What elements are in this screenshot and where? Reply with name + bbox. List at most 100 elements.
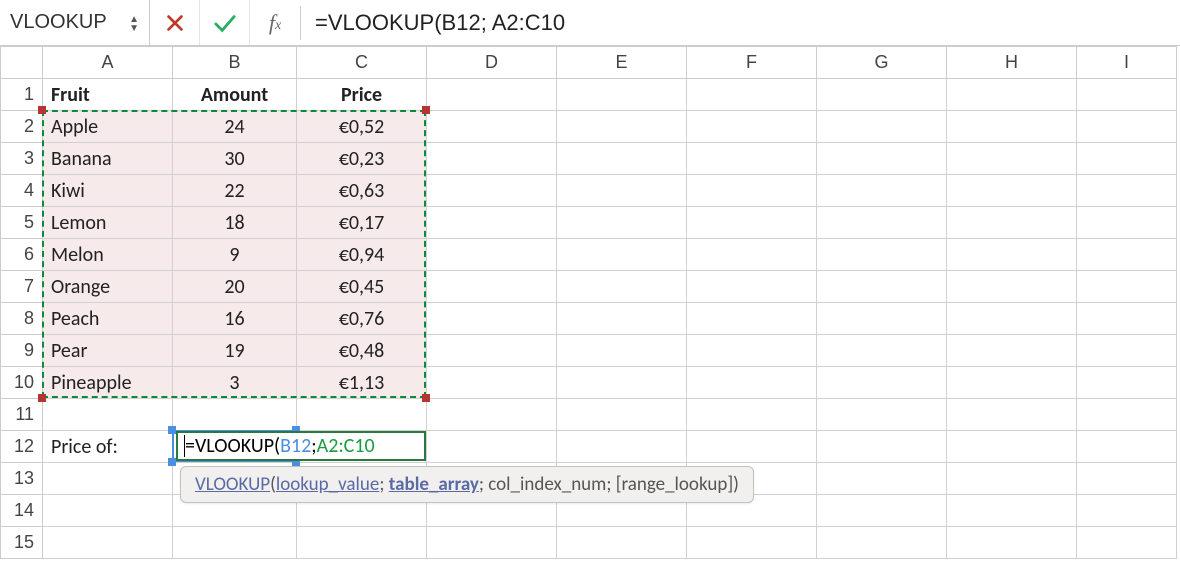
col-head-I[interactable]: I: [1077, 47, 1177, 79]
row-head[interactable]: 12: [1, 431, 43, 463]
cell[interactable]: 18: [173, 207, 297, 239]
cell[interactable]: 22: [173, 175, 297, 207]
cell[interactable]: [947, 79, 1077, 111]
cell[interactable]: [1077, 239, 1177, 271]
cell[interactable]: [687, 303, 817, 335]
cell[interactable]: [1077, 431, 1177, 463]
cell[interactable]: [427, 175, 557, 207]
cell[interactable]: 9: [173, 239, 297, 271]
cell[interactable]: [947, 207, 1077, 239]
row-head[interactable]: 8: [1, 303, 43, 335]
cell[interactable]: 19: [173, 335, 297, 367]
row-head[interactable]: 5: [1, 207, 43, 239]
cell[interactable]: €0,76: [297, 303, 427, 335]
row-head[interactable]: 1: [1, 79, 43, 111]
cell[interactable]: [817, 527, 947, 559]
cell[interactable]: [687, 239, 817, 271]
cell[interactable]: [947, 335, 1077, 367]
cell[interactable]: [947, 143, 1077, 175]
cell[interactable]: [1077, 463, 1177, 495]
row-head[interactable]: 15: [1, 527, 43, 559]
cell[interactable]: [947, 367, 1077, 399]
col-head-A[interactable]: A: [43, 47, 173, 79]
cell[interactable]: [43, 527, 173, 559]
cell[interactable]: [557, 143, 687, 175]
cell[interactable]: €0,23: [297, 143, 427, 175]
cell[interactable]: Price of:: [43, 431, 173, 463]
cell[interactable]: [687, 271, 817, 303]
cell[interactable]: [43, 399, 173, 431]
cell[interactable]: [947, 175, 1077, 207]
row-head[interactable]: 7: [1, 271, 43, 303]
cell[interactable]: [427, 431, 557, 463]
cell[interactable]: [427, 527, 557, 559]
cell[interactable]: [817, 239, 947, 271]
cell[interactable]: [1077, 175, 1177, 207]
cell[interactable]: Peach: [43, 303, 173, 335]
cell[interactable]: [817, 143, 947, 175]
cell[interactable]: Orange: [43, 271, 173, 303]
col-head-G[interactable]: G: [817, 47, 947, 79]
row-head[interactable]: 4: [1, 175, 43, 207]
cell[interactable]: [947, 431, 1077, 463]
cell[interactable]: Price: [297, 79, 427, 111]
cell[interactable]: [817, 111, 947, 143]
cell[interactable]: [1077, 367, 1177, 399]
cell[interactable]: [817, 79, 947, 111]
cell[interactable]: [687, 207, 817, 239]
row-head[interactable]: 11: [1, 399, 43, 431]
cell[interactable]: [297, 399, 427, 431]
cell[interactable]: [687, 431, 817, 463]
cell[interactable]: [817, 399, 947, 431]
cell[interactable]: [687, 175, 817, 207]
cell[interactable]: [687, 527, 817, 559]
cell[interactable]: [1077, 495, 1177, 527]
cell[interactable]: [947, 239, 1077, 271]
col-head-D[interactable]: D: [427, 47, 557, 79]
cell[interactable]: €0,52: [297, 111, 427, 143]
cell[interactable]: [557, 239, 687, 271]
cell[interactable]: [427, 79, 557, 111]
cell[interactable]: [427, 367, 557, 399]
tooltip-arg-lookup-value[interactable]: lookup_value: [276, 473, 379, 496]
row-head[interactable]: 3: [1, 143, 43, 175]
cell[interactable]: [1077, 271, 1177, 303]
cell[interactable]: [947, 111, 1077, 143]
cell[interactable]: Lemon: [43, 207, 173, 239]
cell[interactable]: [817, 303, 947, 335]
cell[interactable]: [817, 495, 947, 527]
fx-label[interactable]: fx: [250, 0, 300, 45]
row-head[interactable]: 2: [1, 111, 43, 143]
cell[interactable]: Pear: [43, 335, 173, 367]
cell[interactable]: €1,13: [297, 367, 427, 399]
cell[interactable]: [947, 303, 1077, 335]
cell[interactable]: [817, 335, 947, 367]
cell[interactable]: [557, 271, 687, 303]
cell[interactable]: [557, 367, 687, 399]
cell[interactable]: [687, 335, 817, 367]
enter-button[interactable]: [200, 0, 250, 45]
cell[interactable]: [427, 271, 557, 303]
cell[interactable]: [427, 143, 557, 175]
cell[interactable]: [1077, 527, 1177, 559]
name-box-stepper[interactable]: ▲▼: [129, 14, 139, 32]
row-head[interactable]: 10: [1, 367, 43, 399]
cell[interactable]: Pineapple: [43, 367, 173, 399]
cell[interactable]: [557, 111, 687, 143]
formula-input[interactable]: =VLOOKUP(B12; A2:C10: [315, 0, 1180, 45]
col-head-C[interactable]: C: [297, 47, 427, 79]
cell[interactable]: [817, 207, 947, 239]
cell[interactable]: €0,48: [297, 335, 427, 367]
cell[interactable]: [817, 463, 947, 495]
cell[interactable]: [687, 399, 817, 431]
cell[interactable]: [1077, 335, 1177, 367]
cell[interactable]: [817, 175, 947, 207]
cell[interactable]: [687, 367, 817, 399]
cell[interactable]: [1077, 207, 1177, 239]
cell[interactable]: Melon: [43, 239, 173, 271]
cell[interactable]: 30: [173, 143, 297, 175]
cell[interactable]: [43, 463, 173, 495]
cell[interactable]: [557, 527, 687, 559]
col-head-B[interactable]: B: [173, 47, 297, 79]
cancel-button[interactable]: [150, 0, 200, 45]
